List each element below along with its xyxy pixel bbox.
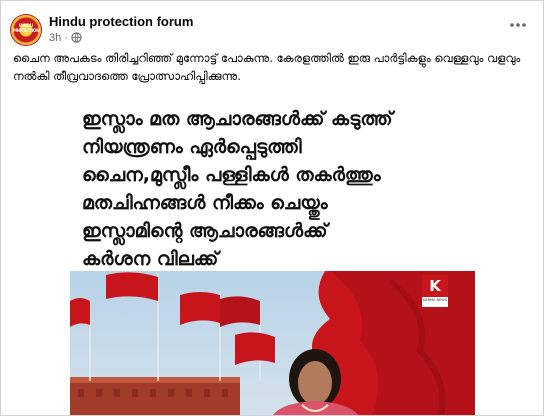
channel-logo-letter: K [429,277,441,295]
more-horizontal-icon [510,23,526,27]
post-text: ചൈന അപകടം തിരിച്ചറിഞ്ഞ് മുന്നോട്ട് പോകുന… [13,51,521,83]
avatar-logo-text: HINDU PROTECTION [12,23,40,33]
post-timestamp[interactable]: 3h [49,32,61,44]
post-header: HINDU PROTECTION Hindu protection forum … [11,11,533,47]
facebook-post: HINDU PROTECTION Hindu protection forum … [0,0,544,416]
more-options-button[interactable] [505,15,531,35]
flags-scene-illustration [70,271,475,415]
image-headline: ഇസ്ലാം മത ആചാരങ്ങൾക്ക് കടുത്ത് നിയന്ത്രണ… [82,108,393,270]
post-image[interactable]: ഇസ്ലാം മത ആചാരങ്ങൾക്ക് കടുത്ത് നിയന്ത്രണ… [70,95,475,415]
channel-logo-subtext: KARMA NEWS [422,298,448,302]
news-photo: K KARMA NEWS [70,271,475,415]
post-meta: 3h · [49,32,82,46]
globe-icon [71,32,82,46]
page-name-link[interactable]: Hindu protection forum [49,14,193,29]
